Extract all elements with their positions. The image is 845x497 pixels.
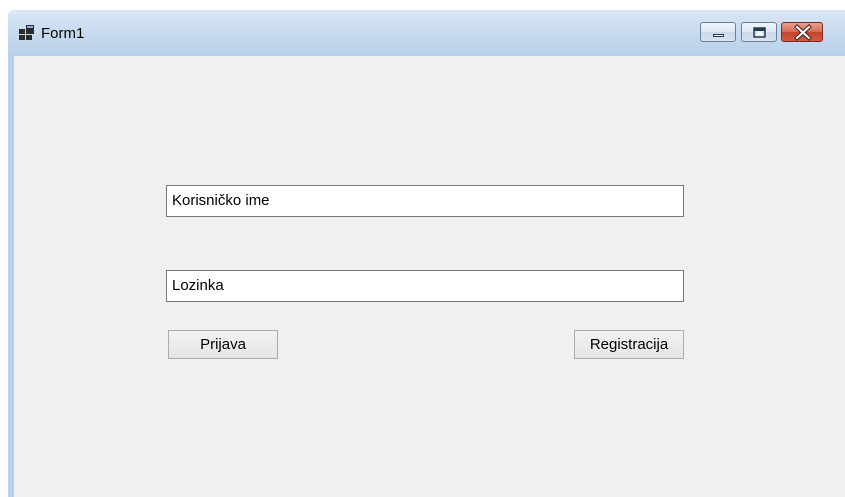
window-title: Form1: [41, 25, 85, 42]
close-icon: [794, 24, 812, 41]
title-bar[interactable]: Form1: [8, 10, 845, 56]
maximize-icon: [753, 27, 766, 38]
maximize-button[interactable]: [741, 22, 777, 42]
password-field[interactable]: Lozinka: [166, 270, 684, 302]
register-button[interactable]: Registracija: [574, 330, 684, 359]
username-field[interactable]: Korisničko ime: [166, 185, 684, 217]
form-client-area: Korisničko ime Lozinka Prijava Registrac…: [14, 56, 845, 497]
login-button[interactable]: Prijava: [168, 330, 278, 359]
app-icon: [18, 24, 36, 42]
minimize-button[interactable]: [700, 22, 736, 42]
minimize-icon: [713, 34, 724, 37]
close-button[interactable]: [781, 22, 823, 42]
form1-window: Form1 Korisničko ime Lozinka Prijava Reg…: [8, 10, 845, 497]
